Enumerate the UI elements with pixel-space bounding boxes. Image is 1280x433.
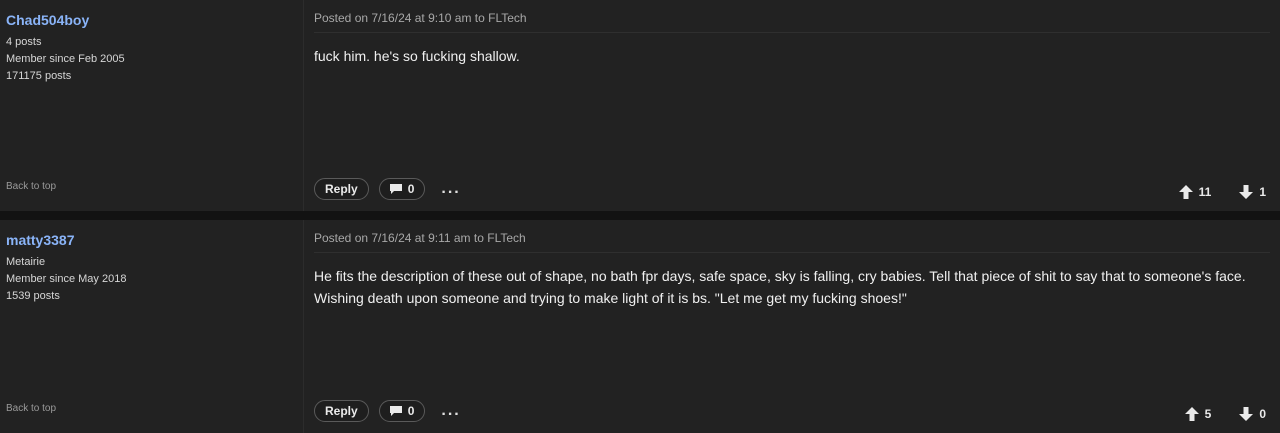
post-actions: Reply 0 ... xyxy=(314,400,461,422)
posted-info: Posted on 7/16/24 at 9:10 am to FLTech xyxy=(314,0,1270,33)
back-to-top-link[interactable]: Back to top xyxy=(6,403,56,414)
post-author-sidebar: Chad504boy 4 posts Member since Feb 2005… xyxy=(0,0,304,211)
post: matty3387 Metairie Member since May 2018… xyxy=(0,220,1280,433)
comment-count: 0 xyxy=(407,404,415,418)
author-meta-post-count: 1539 posts xyxy=(6,290,60,302)
posted-info: Posted on 7/16/24 at 9:11 am to FLTech xyxy=(314,220,1270,253)
downvote-button[interactable]: 1 xyxy=(1239,185,1266,199)
author-meta-post-count: 171175 posts xyxy=(6,70,72,82)
arrow-down-icon xyxy=(1239,407,1254,421)
upvote-count: 5 xyxy=(1204,407,1212,421)
post-main: Posted on 7/16/24 at 9:10 am to FLTech f… xyxy=(304,0,1280,211)
post-body: He fits the description of these out of … xyxy=(314,268,1246,306)
downvote-button[interactable]: 0 xyxy=(1239,407,1266,421)
post-actions: Reply 0 ... xyxy=(314,178,461,200)
back-to-top-link[interactable]: Back to top xyxy=(6,181,56,192)
comment-count-button[interactable]: 0 xyxy=(378,400,426,422)
author-meta-location: 4 posts xyxy=(6,36,42,48)
more-options-button[interactable]: ... xyxy=(441,403,460,419)
username-link[interactable]: Chad504boy xyxy=(6,12,297,28)
arrow-down-icon xyxy=(1239,185,1254,199)
downvote-count: 1 xyxy=(1259,185,1266,199)
post-body: fuck him. he's so fucking shallow. xyxy=(314,48,520,64)
post: Chad504boy 4 posts Member since Feb 2005… xyxy=(0,0,1280,211)
post-author-sidebar: matty3387 Metairie Member since May 2018… xyxy=(0,220,304,433)
reply-label: Reply xyxy=(325,404,358,418)
arrow-up-icon xyxy=(1184,407,1199,421)
vote-controls: 11 1 xyxy=(1178,185,1266,199)
reply-button[interactable]: Reply xyxy=(314,400,369,422)
upvote-button[interactable]: 11 xyxy=(1178,185,1212,199)
author-meta-member-since: Member since May 2018 xyxy=(6,273,127,285)
comment-icon xyxy=(389,406,402,416)
author-meta-member-since: Member since Feb 2005 xyxy=(6,53,125,65)
vote-controls: 5 0 xyxy=(1184,407,1266,421)
comment-icon xyxy=(389,184,402,194)
author-meta-location: Metairie xyxy=(6,256,46,268)
reply-label: Reply xyxy=(325,182,358,196)
comment-count: 0 xyxy=(407,182,415,196)
more-options-button[interactable]: ... xyxy=(441,181,460,197)
upvote-button[interactable]: 5 xyxy=(1184,407,1212,421)
comment-count-button[interactable]: 0 xyxy=(378,178,426,200)
username-link[interactable]: matty3387 xyxy=(6,232,297,248)
downvote-count: 0 xyxy=(1259,407,1266,421)
reply-button[interactable]: Reply xyxy=(314,178,369,200)
post-main: Posted on 7/16/24 at 9:11 am to FLTech H… xyxy=(304,220,1280,433)
upvote-count: 11 xyxy=(1198,185,1212,199)
arrow-up-icon xyxy=(1178,185,1193,199)
